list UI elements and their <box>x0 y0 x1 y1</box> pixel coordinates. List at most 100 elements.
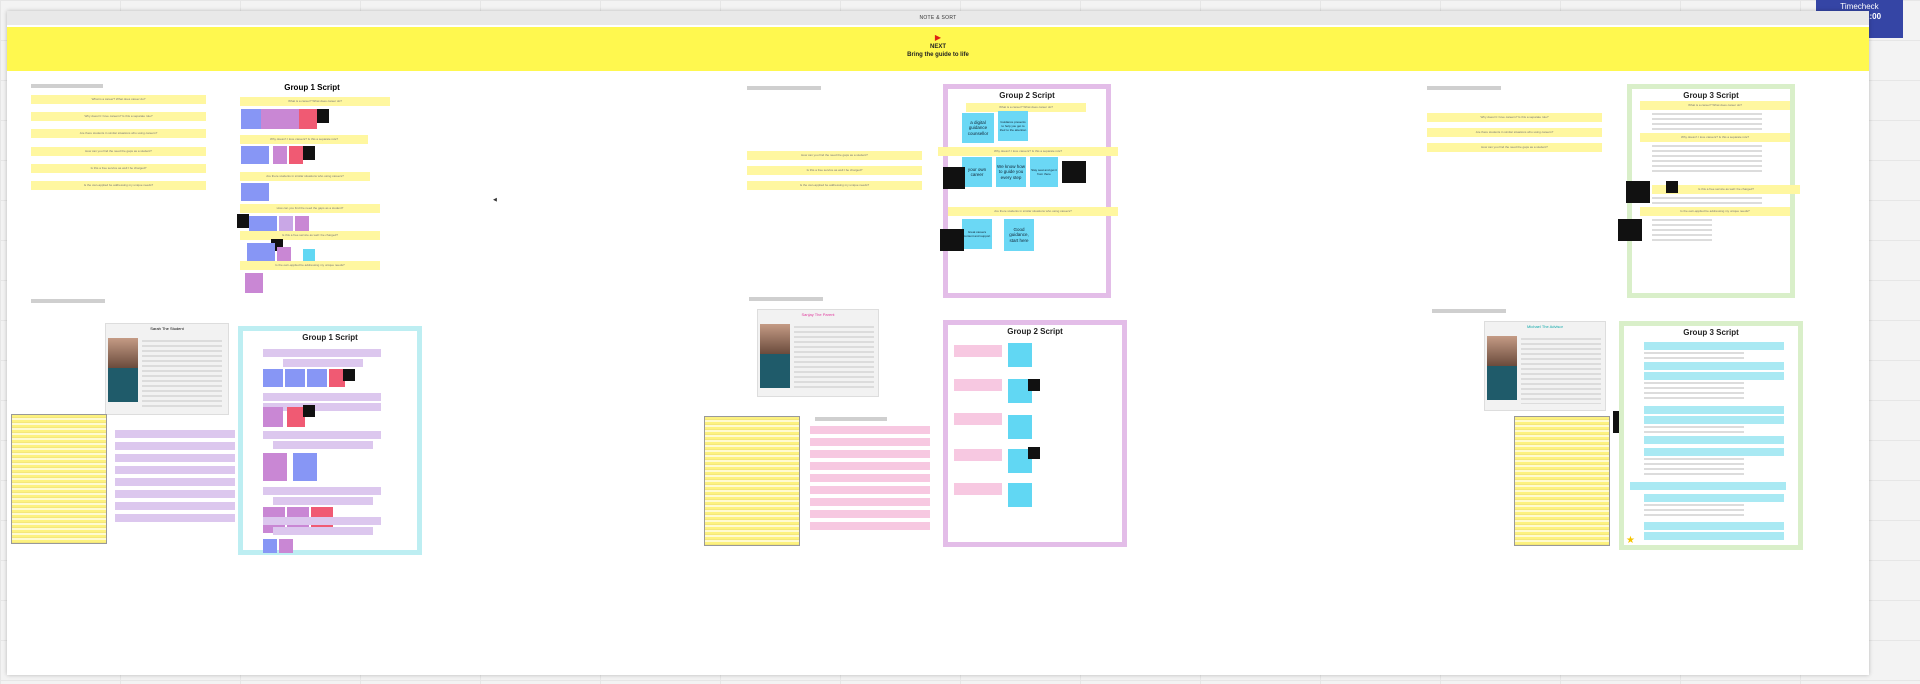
sticky-note[interactable] <box>289 146 303 164</box>
teal-sticky[interactable] <box>1644 362 1784 370</box>
sticky-note[interactable] <box>263 453 287 481</box>
script-question[interactable]: Are there students in similar situations… <box>948 207 1118 216</box>
pink-sticky[interactable] <box>810 450 930 458</box>
lilac-sticky[interactable] <box>263 487 381 495</box>
lilac-sticky[interactable] <box>263 349 381 357</box>
notes-panel[interactable] <box>1514 416 1610 546</box>
sticky-note[interactable] <box>317 109 329 123</box>
script-question[interactable]: What is a career? What does career do? <box>1640 101 1790 110</box>
sticky-note[interactable] <box>237 214 249 228</box>
teal-sticky[interactable] <box>1644 494 1784 502</box>
lilac-sticky[interactable] <box>273 497 373 505</box>
persona-card[interactable]: Sanjay The Parent <box>757 309 879 397</box>
teal-sticky[interactable] <box>1644 532 1784 540</box>
pink-sticky[interactable] <box>810 486 930 494</box>
question-sticky[interactable]: How can you find the need the gaps as a … <box>1427 143 1602 152</box>
sticky-note[interactable] <box>343 369 355 381</box>
lilac-sticky[interactable] <box>115 514 235 522</box>
lilac-sticky[interactable] <box>263 517 381 525</box>
script-question[interactable]: How can you find the need the gaps as a … <box>240 204 380 213</box>
lilac-sticky[interactable] <box>263 431 381 439</box>
question-sticky[interactable]: How can you find the need the gaps as a … <box>31 147 206 156</box>
script-question[interactable]: Are there students in similar situations… <box>240 172 370 181</box>
question-sticky[interactable]: Is this a free service as well I be char… <box>747 166 922 175</box>
workshop-board[interactable]: NOTE & SORT ▶ NEXT Bring the guide to li… <box>7 11 1869 675</box>
next-banner[interactable]: ▶ NEXT Bring the guide to life <box>7 27 1869 71</box>
sticky-note[interactable] <box>263 407 283 427</box>
group1-script-frame[interactable]: Group 1 Script <box>238 326 422 555</box>
teal-sticky[interactable] <box>1644 416 1784 424</box>
lilac-sticky[interactable] <box>263 393 381 401</box>
cyan-sticky[interactable]: We know how to guide you every step <box>996 157 1026 187</box>
pink-sticky[interactable] <box>954 449 1002 461</box>
notes-panel[interactable] <box>704 416 800 546</box>
sticky-note[interactable] <box>303 405 315 417</box>
script-question[interactable]: Why doesn't I love careers? Is this a se… <box>240 135 368 144</box>
sticky-note[interactable] <box>303 249 315 261</box>
group3-script-frame[interactable]: Group 3 Script What is a career? What do… <box>1618 84 1800 298</box>
group2-script-frame-bottom[interactable]: Group 2 Script <box>943 320 1127 547</box>
comment-sticky[interactable] <box>940 229 964 251</box>
teal-sticky[interactable] <box>1644 436 1784 444</box>
lilac-sticky[interactable] <box>115 478 235 486</box>
pink-sticky[interactable] <box>954 483 1002 495</box>
cyan-sticky[interactable]: Good guidance, start here <box>1004 219 1034 251</box>
pink-sticky[interactable] <box>954 413 1002 425</box>
persona-card[interactable]: Sarah The Student <box>105 323 229 415</box>
question-sticky[interactable]: Are there students in similar situations… <box>1427 128 1602 137</box>
question-sticky[interactable]: Is the own-applied be addressing my uniq… <box>31 181 206 190</box>
sticky-note[interactable] <box>241 183 269 201</box>
question-sticky[interactable]: Why doesn't I love careers? Is this a se… <box>31 112 206 121</box>
comment-sticky[interactable] <box>1062 161 1086 183</box>
comment-sticky[interactable] <box>943 167 965 189</box>
pink-sticky[interactable] <box>810 510 930 518</box>
teal-sticky[interactable] <box>1644 342 1784 350</box>
question-sticky[interactable]: What is a career? What does career do? <box>31 95 206 104</box>
teal-sticky[interactable] <box>1644 372 1784 380</box>
sticky-note[interactable] <box>273 146 287 164</box>
pink-sticky[interactable] <box>810 462 930 470</box>
comment-sticky[interactable] <box>1626 181 1650 203</box>
sticky-note[interactable] <box>303 146 315 160</box>
notes-panel[interactable] <box>11 414 107 544</box>
pink-sticky[interactable] <box>810 426 930 434</box>
pink-sticky[interactable] <box>810 522 930 530</box>
lilac-sticky[interactable] <box>273 441 373 449</box>
pink-sticky[interactable] <box>810 498 930 506</box>
sticky-note[interactable] <box>307 369 327 387</box>
comment-sticky[interactable] <box>1618 219 1642 241</box>
pink-sticky[interactable] <box>810 474 930 482</box>
sticky-note[interactable] <box>247 243 275 261</box>
sticky-note[interactable] <box>285 369 305 387</box>
lilac-sticky[interactable] <box>115 442 235 450</box>
script-question[interactable]: What is a career? What does career do? <box>240 97 390 106</box>
sticky-note[interactable] <box>245 273 263 293</box>
sticky-note[interactable] <box>293 453 317 481</box>
lilac-sticky[interactable] <box>115 466 235 474</box>
lilac-sticky[interactable] <box>115 430 235 438</box>
teal-sticky[interactable] <box>1644 522 1784 530</box>
sticky-note[interactable] <box>261 109 299 129</box>
group3-script-frame-bottom[interactable]: Group 3 Script ★ <box>1619 321 1803 550</box>
sticky-note[interactable] <box>1028 379 1040 391</box>
sticky-note[interactable] <box>263 369 283 387</box>
script-question[interactable]: Is the own-applied be addressing my uniq… <box>240 261 380 270</box>
teal-sticky[interactable] <box>1644 406 1784 414</box>
script-question[interactable]: Is this a free service as well I be char… <box>240 231 380 240</box>
script-question[interactable]: Why doesn't I love careers? Is this a se… <box>1640 133 1790 142</box>
cyan-sticky[interactable] <box>1008 343 1032 367</box>
teal-sticky[interactable] <box>1630 482 1786 490</box>
sticky-note[interactable] <box>279 539 293 553</box>
cyan-sticky[interactable]: Guidance presents to help you get to the… <box>998 111 1028 141</box>
pink-sticky[interactable] <box>954 345 1002 357</box>
sticky-note[interactable] <box>1028 447 1040 459</box>
sticky-note[interactable] <box>263 539 277 553</box>
lilac-sticky[interactable] <box>283 359 363 367</box>
question-sticky[interactable]: Is the own-applied be addressing my uniq… <box>747 181 922 190</box>
question-sticky[interactable]: Are there students in similar situations… <box>31 129 206 138</box>
question-sticky[interactable]: Is this a free service as well I be char… <box>31 164 206 173</box>
persona-card[interactable]: Michael The Advisor <box>1484 321 1606 411</box>
cyan-sticky[interactable] <box>1008 415 1032 439</box>
lilac-sticky[interactable] <box>115 454 235 462</box>
cyan-sticky[interactable]: your own career <box>962 157 992 187</box>
